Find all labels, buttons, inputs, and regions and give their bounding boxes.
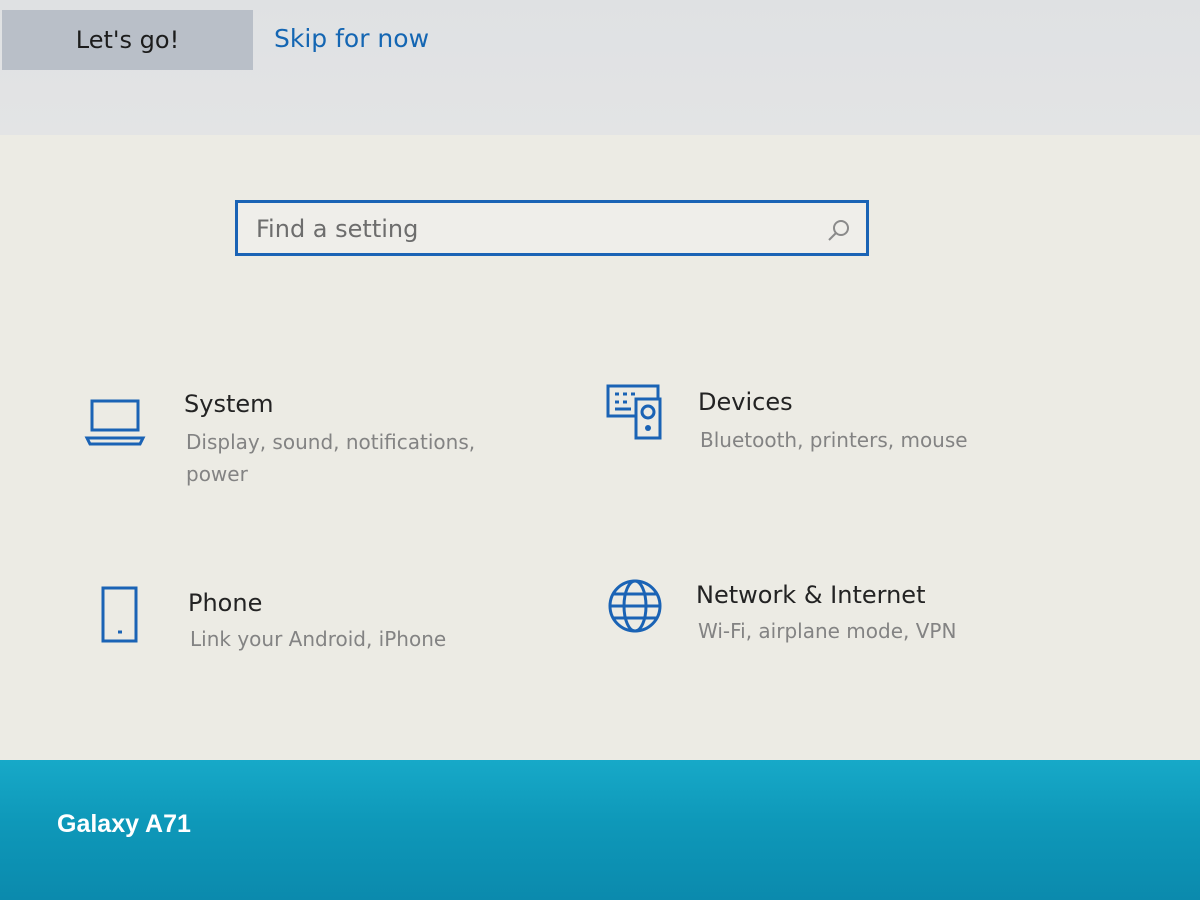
search-input[interactable] [256, 211, 816, 247]
category-network[interactable]: Network & Internet Wi-Fi, airplane mode,… [606, 577, 1026, 657]
category-devices[interactable]: Devices Bluetooth, printers, mouse [606, 384, 1026, 474]
laptop-icon [84, 399, 146, 446]
category-phone-desc: Link your Android, iPhone [190, 627, 447, 651]
category-network-title: Network & Internet [696, 581, 926, 609]
category-phone[interactable]: Phone Link your Android, iPhone [100, 585, 520, 665]
category-system-desc: Display, sound, notifications, [186, 430, 476, 454]
category-system[interactable]: System Display, sound, notifications, po… [84, 388, 504, 498]
search-box[interactable] [235, 200, 869, 256]
category-system-desc-2: power [186, 462, 248, 486]
category-devices-desc: Bluetooth, printers, mouse [700, 428, 968, 452]
keyboard-speaker-icon [606, 384, 662, 440]
globe-icon [608, 579, 662, 633]
category-devices-title: Devices [698, 388, 793, 416]
search-icon[interactable] [826, 217, 852, 243]
category-phone-title: Phone [188, 589, 263, 617]
phone-icon [101, 586, 138, 643]
skip-for-now-link[interactable]: Skip for now [274, 24, 429, 53]
lets-go-button[interactable]: Let's go! [2, 10, 253, 70]
camera-watermark: Galaxy A71 [57, 810, 191, 838]
category-system-title: System [184, 390, 274, 418]
category-network-desc: Wi-Fi, airplane mode, VPN [698, 619, 957, 643]
